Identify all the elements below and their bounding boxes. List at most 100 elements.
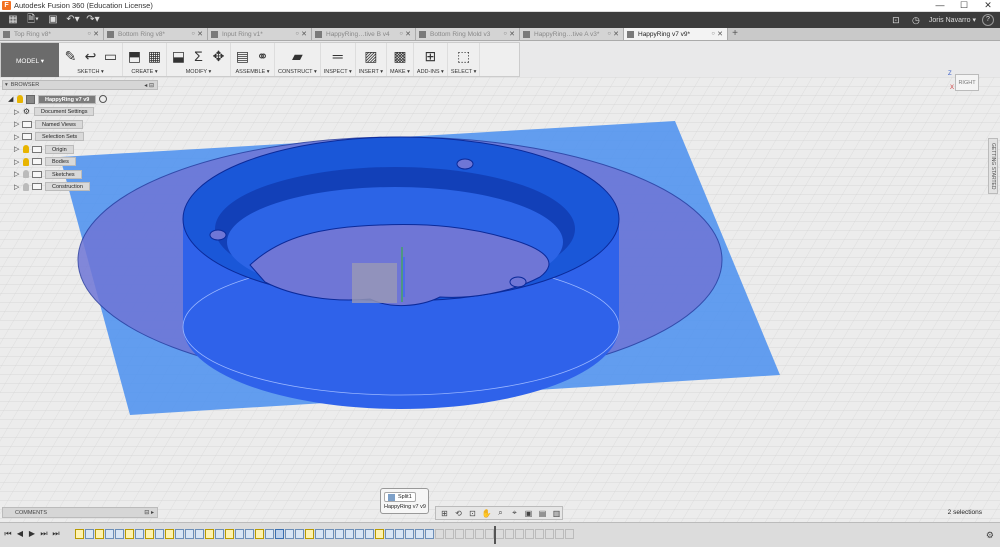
timeline-feature-icon[interactable] — [295, 529, 304, 539]
timeline-feature-icon[interactable] — [305, 529, 314, 539]
document-tab[interactable]: Bottom Ring v8* ○ ✕ — [104, 28, 208, 40]
expand-triangle-icon[interactable]: ▷ — [14, 158, 22, 166]
view-cube[interactable]: Z X RIGHT — [945, 71, 989, 101]
zoom-icon[interactable]: ⌕ — [495, 508, 506, 518]
pin-icon[interactable]: ○ — [191, 31, 195, 37]
document-tab[interactable]: Input Ring v1* ○ ✕ — [208, 28, 312, 40]
visibility-bulb-icon[interactable] — [23, 170, 29, 179]
redo-icon[interactable]: ↷▾ — [86, 13, 100, 27]
press-pull-icon[interactable]: ⬓ — [170, 48, 187, 65]
fit-icon[interactable]: ⌖ — [509, 508, 520, 518]
timeline-feature-icon[interactable] — [445, 529, 454, 539]
getting-started-panel-tab[interactable]: GETTING STARTED — [988, 138, 998, 194]
toolbar-group-label[interactable]: MAKE ▾ — [390, 69, 410, 75]
toolbar-group-label[interactable]: ASSEMBLE ▾ — [236, 69, 270, 75]
browser-node-label[interactable]: Origin — [45, 144, 74, 154]
timeline-feature-icon[interactable] — [135, 529, 144, 539]
save-icon[interactable]: ▣ — [46, 13, 60, 27]
timeline-first-icon[interactable]: ⏮ — [4, 529, 12, 539]
timeline-feature-icon[interactable] — [95, 529, 104, 539]
timeline-feature-icon[interactable] — [145, 529, 154, 539]
extrude-icon[interactable]: ⬒ — [126, 48, 143, 65]
browser-node[interactable]: ▷ Construction — [14, 181, 107, 194]
expand-triangle-icon[interactable]: ▷ — [14, 133, 22, 141]
browser-node-label[interactable]: Bodies — [45, 157, 76, 167]
toolbar-group-label[interactable]: SELECT ▾ — [451, 69, 477, 75]
expand-triangle-icon[interactable]: ▷ — [14, 145, 22, 153]
pin-icon[interactable]: ○ — [711, 31, 715, 37]
pin-icon[interactable]: ○ — [87, 31, 91, 37]
close-tab-icon[interactable]: ✕ — [509, 30, 515, 38]
document-tab[interactable]: Top Ring v8* ○ ✕ — [0, 28, 104, 40]
timeline-feature-icon[interactable] — [345, 529, 354, 539]
timeline-feature-icon[interactable] — [375, 529, 384, 539]
document-tab[interactable]: HappyRing…tive B v4 ○ ✕ — [312, 28, 416, 40]
timeline-feature-icon[interactable] — [535, 529, 544, 539]
move-icon[interactable]: ✥ — [210, 48, 227, 65]
toolbar-group-label[interactable]: INSPECT ▾ — [324, 69, 352, 75]
document-tab[interactable]: HappyRing v7 v9* ○ ✕ — [624, 28, 728, 40]
browser-node[interactable]: ▷ Bodies — [14, 156, 107, 169]
close-tab-icon[interactable]: ✕ — [301, 30, 307, 38]
collapse-triangle-icon[interactable]: ▾ — [5, 82, 8, 88]
timeline-feature-icon[interactable] — [545, 529, 554, 539]
pin-icon[interactable]: ○ — [399, 31, 403, 37]
pin-icon[interactable]: ○ — [503, 31, 507, 37]
measure-icon[interactable]: ═ — [329, 48, 346, 65]
pan-icon[interactable]: ✋ — [481, 509, 492, 518]
look-at-icon[interactable]: ⊡ — [467, 509, 478, 518]
orbit-icon[interactable]: ⟲ — [453, 509, 464, 518]
timeline-feature-icon[interactable] — [415, 529, 424, 539]
timeline-feature-icon[interactable] — [525, 529, 534, 539]
visibility-bulb-icon[interactable] — [23, 145, 29, 154]
insert-image-icon[interactable]: ▨ — [362, 48, 379, 65]
timeline-feature-icon[interactable] — [495, 529, 504, 539]
close-tab-icon[interactable]: ✕ — [197, 30, 203, 38]
browser-node[interactable]: ▷ ⚙ Document Settings — [14, 106, 107, 119]
browser-node-label[interactable]: Named Views — [35, 119, 83, 129]
timeline-feature-icon[interactable] — [285, 529, 294, 539]
model-canvas[interactable] — [0, 77, 1000, 522]
timeline-feature-icon[interactable] — [165, 529, 174, 539]
timeline-feature-icon[interactable] — [265, 529, 274, 539]
timeline-last-icon[interactable]: ⏭ — [52, 529, 60, 539]
plane-icon[interactable]: ▰ — [289, 48, 306, 65]
timeline-feature-icon[interactable] — [205, 529, 214, 539]
timeline-feature-icon[interactable] — [175, 529, 184, 539]
close-button[interactable]: ✕ — [976, 0, 1000, 12]
browser-node-label[interactable]: Sketches — [45, 169, 82, 179]
expand-triangle-icon[interactable]: ▷ — [14, 183, 22, 191]
timeline-settings-icon[interactable]: ⚙ — [986, 530, 994, 541]
timeline-feature-icon[interactable] — [335, 529, 344, 539]
browser-node-label[interactable]: Construction — [45, 182, 90, 192]
timeline-feature-icon[interactable] — [555, 529, 564, 539]
timeline-feature-icon[interactable] — [365, 529, 374, 539]
browser-root-row[interactable]: ◢ HappyRing v7 v9 — [8, 93, 108, 106]
clock-icon[interactable]: ◷ — [909, 13, 923, 27]
document-tab[interactable]: Bottom Ring Mold v3 ○ ✕ — [416, 28, 520, 40]
close-tab-icon[interactable]: ✕ — [613, 30, 619, 38]
view-cube-face-right[interactable]: RIGHT — [955, 74, 979, 91]
toolbar-group-label[interactable]: MODIFY ▾ — [186, 69, 212, 75]
close-tab-icon[interactable]: ✕ — [405, 30, 411, 38]
toolbar-group-label[interactable]: INSERT ▾ — [359, 69, 383, 75]
toolbar-group-label[interactable]: SKETCH ▾ — [77, 69, 104, 75]
timeline-feature-icon[interactable] — [275, 529, 284, 539]
timeline-feature-icon[interactable] — [355, 529, 364, 539]
new-component-icon[interactable]: ▤ — [234, 48, 251, 65]
minimize-button[interactable]: — — [928, 0, 952, 12]
timeline-marker[interactable] — [494, 526, 496, 544]
browser-panel-buttons[interactable]: ◂ ⊟ — [144, 82, 154, 89]
timeline-feature-icon[interactable] — [515, 529, 524, 539]
addins-icon[interactable]: ⊞ — [422, 48, 439, 65]
timeline-feature-icon[interactable] — [455, 529, 464, 539]
timeline-feature-icon[interactable] — [215, 529, 224, 539]
timeline-feature-icon[interactable] — [245, 529, 254, 539]
joint-icon[interactable]: ⚭ — [254, 48, 271, 65]
job-status-icon[interactable]: ⊡ — [889, 13, 903, 27]
timeline-feature-icon[interactable] — [475, 529, 484, 539]
visibility-bulb-icon[interactable] — [23, 182, 29, 191]
browser-node-label[interactable]: Selection Sets — [35, 132, 85, 142]
make-icon[interactable]: ▩ — [391, 48, 408, 65]
toolbar-group-label[interactable]: ADD-INS ▾ — [417, 69, 444, 75]
